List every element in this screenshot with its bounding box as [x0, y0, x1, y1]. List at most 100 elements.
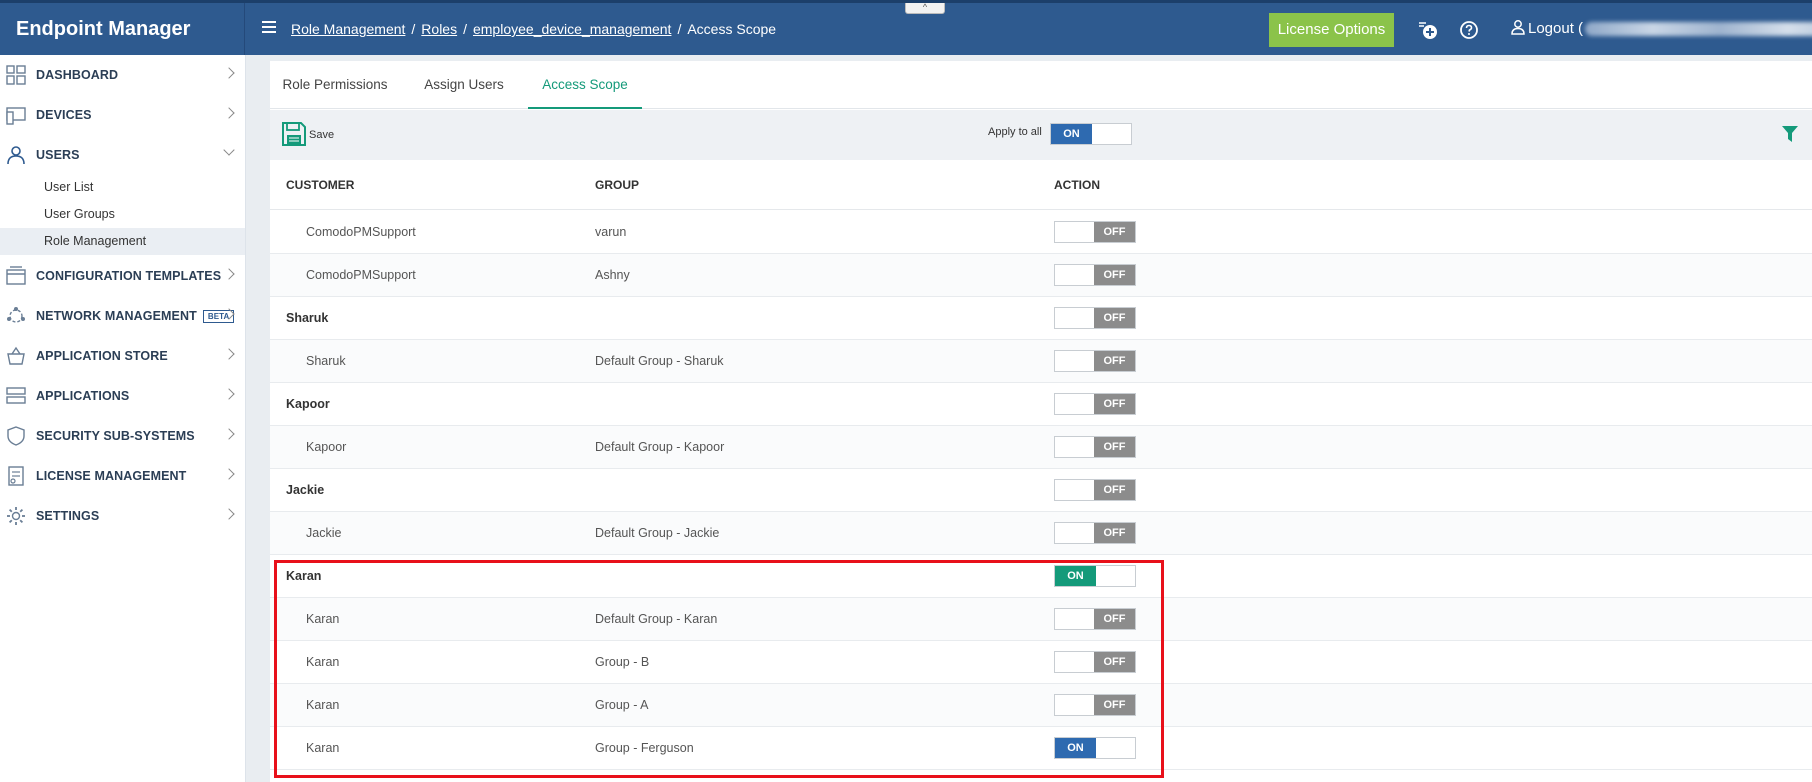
cell-customer: Jackie — [286, 483, 325, 497]
cell-group: Ashny — [595, 268, 630, 282]
chevron-right-icon — [223, 428, 235, 440]
sidebar-sub-role-management[interactable]: Role Management — [0, 228, 245, 255]
cell-customer: Karan — [306, 741, 340, 755]
sidebar-item-users[interactable]: USERS — [0, 135, 245, 175]
toggle-knob: OFF — [1094, 480, 1135, 500]
filter-icon[interactable] — [1782, 125, 1798, 143]
table-row: Kapoor Default Group - Kapoor OFF — [270, 426, 1812, 469]
sidebar-item-label: SETTINGS — [36, 509, 100, 523]
sidebar-item-label: CONFIGURATION TEMPLATES — [36, 269, 222, 283]
column-header-customer[interactable]: CUSTOMER — [286, 160, 354, 210]
access-toggle[interactable]: OFF — [1054, 694, 1136, 716]
sidebar-item-dashboard[interactable]: DASHBOARD — [0, 55, 245, 95]
top-header: Endpoint Manager ^ Role Management / Roles… — [0, 0, 1812, 55]
access-toggle[interactable]: OFF — [1054, 608, 1136, 630]
main-content: Role Permissions Assign Users Access Sco… — [246, 55, 1812, 782]
breadcrumb-role-name[interactable]: employee_device_management — [473, 21, 671, 37]
access-toggle[interactable]: OFF — [1054, 393, 1136, 415]
access-toggle[interactable]: OFF — [1054, 221, 1136, 243]
sidebar-item-applications[interactable]: APPLICATIONS — [0, 376, 245, 416]
cell-customer: Karan — [286, 569, 322, 583]
toggle-knob: OFF — [1094, 437, 1135, 457]
toggle-knob: OFF — [1094, 695, 1135, 715]
logout-label: Logout ( — [1528, 20, 1584, 37]
table-row: Karan ON — [270, 555, 1812, 598]
network-management-label: NETWORK MANAGEMENT — [36, 309, 197, 323]
access-toggle[interactable]: ON — [1054, 737, 1136, 759]
breadcrumb-roles[interactable]: Roles — [421, 21, 457, 37]
access-scope-panel: Role Permissions Assign Users Access Sco… — [270, 61, 1812, 782]
save-label: Save — [309, 129, 335, 141]
apply-to-all-toggle[interactable]: ON — [1050, 123, 1132, 145]
devices-icon — [6, 107, 26, 125]
cell-group: Group - Ferguson — [595, 741, 694, 755]
access-toggle[interactable]: OFF — [1054, 479, 1136, 501]
sidebar-item-label: APPLICATIONS — [36, 389, 130, 403]
cell-group: Default Group - Sharuk — [595, 354, 724, 368]
access-toggle[interactable]: OFF — [1054, 651, 1136, 673]
toggle-knob: OFF — [1094, 222, 1135, 242]
cell-group: Default Group - Kapoor — [595, 440, 725, 454]
sidebar-item-label: SECURITY SUB-SYSTEMS — [36, 429, 195, 443]
column-header-group[interactable]: GROUP — [595, 160, 639, 210]
toggle-knob: OFF — [1094, 308, 1135, 328]
brand-title[interactable]: Endpoint Manager — [0, 3, 245, 55]
access-toggle[interactable]: OFF — [1054, 264, 1136, 286]
templates-icon — [6, 266, 26, 285]
cell-group: Group - A — [595, 698, 649, 712]
tab-access-scope[interactable]: Access Scope — [528, 61, 642, 109]
tab-assign-users[interactable]: Assign Users — [400, 61, 528, 109]
add-device-icon[interactable] — [1418, 20, 1438, 40]
table-row: Kapoor OFF — [270, 383, 1812, 426]
sidebar-sub-user-groups[interactable]: User Groups — [0, 201, 245, 228]
license-options-button[interactable]: License Options — [1269, 13, 1394, 47]
access-toggle[interactable]: OFF — [1054, 307, 1136, 329]
shield-icon — [7, 426, 25, 446]
sidebar-item-settings[interactable]: SETTINGS — [0, 496, 245, 536]
breadcrumb: Role Management / Roles / employee_device_ma… — [291, 21, 777, 37]
sidebar-item-security-sub-systems[interactable]: SECURITY SUB-SYSTEMS — [0, 416, 245, 456]
sidebar-item-network-management[interactable]: NETWORK MANAGEMENT BETA — [0, 296, 245, 336]
table-row: Sharuk Default Group - Sharuk OFF — [270, 340, 1812, 383]
cell-customer: Karan — [306, 655, 340, 669]
chevron-right-icon — [223, 348, 235, 360]
table-row: Karan Group - Ferguson ON — [270, 727, 1812, 770]
collapse-header-toggle[interactable]: ^ — [905, 3, 945, 14]
access-toggle[interactable]: OFF — [1054, 350, 1136, 372]
sidebar-sub-user-list[interactable]: User List — [0, 174, 245, 201]
toggle-knob: ON — [1055, 566, 1096, 586]
sidebar-item-label: USERS — [36, 148, 80, 162]
table-row: ComodoPMSupport varun OFF — [270, 211, 1812, 254]
sidebar-item-label: LICENSE MANAGEMENT — [36, 469, 187, 483]
sidebar-item-license-management[interactable]: LICENSE MANAGEMENT — [0, 456, 245, 496]
sidebar-item-configuration-templates[interactable]: CONFIGURATION TEMPLATES — [0, 256, 245, 296]
sidebar-item-application-store[interactable]: APPLICATION STORE — [0, 336, 245, 376]
tab-role-permissions[interactable]: Role Permissions — [270, 61, 400, 109]
chevron-down-icon — [223, 144, 235, 156]
breadcrumb-role-management[interactable]: Role Management — [291, 21, 405, 37]
toggle-knob: ON — [1051, 124, 1092, 144]
chevron-right-icon — [223, 468, 235, 480]
table-row: Karan Group - A OFF — [270, 684, 1812, 727]
sidebar-item-label: NETWORK MANAGEMENT BETA — [36, 296, 235, 336]
cell-customer: ComodoPMSupport — [306, 225, 416, 239]
cell-customer: Sharuk — [306, 354, 346, 368]
apply-to-all-label: Apply to all — [988, 126, 1042, 138]
cell-customer: Karan — [306, 698, 340, 712]
table-row: Jackie OFF — [270, 469, 1812, 512]
logout-button[interactable]: Logout () — [1510, 3, 1812, 55]
toggle-knob: OFF — [1094, 652, 1135, 672]
user-outline-icon — [1511, 20, 1525, 35]
hamburger-menu-icon[interactable] — [262, 21, 276, 33]
access-toggle[interactable]: OFF — [1054, 436, 1136, 458]
toolbar: Save Apply to all ON — [270, 110, 1812, 160]
sidebar-item-devices[interactable]: DEVICES — [0, 95, 245, 135]
help-icon[interactable] — [1459, 20, 1479, 40]
sidebar-item-label: DASHBOARD — [36, 68, 119, 82]
table-row: Jackie Default Group - Jackie OFF — [270, 512, 1812, 555]
access-toggle[interactable]: ON — [1054, 565, 1136, 587]
store-icon — [7, 346, 25, 365]
applications-icon — [6, 387, 26, 404]
access-toggle[interactable]: OFF — [1054, 522, 1136, 544]
breadcrumb-current: Access Scope — [687, 21, 777, 37]
